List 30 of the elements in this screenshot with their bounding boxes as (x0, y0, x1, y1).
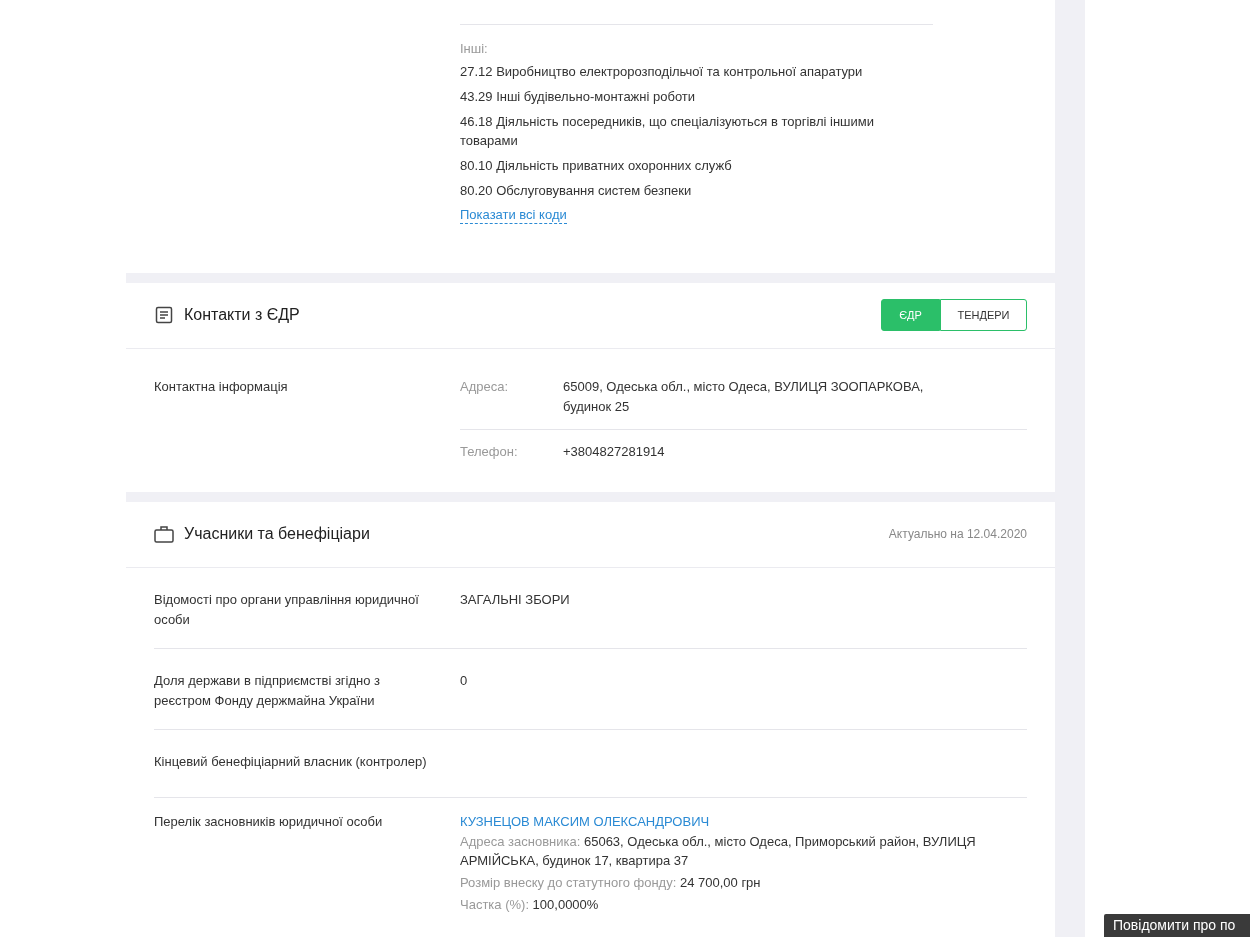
report-button[interactable]: Повідомити про по (1104, 914, 1250, 937)
briefcase-icon (154, 525, 174, 543)
field-label: Телефон: (460, 442, 519, 461)
row-value: ЗАГАЛЬНІ ЗБОРИ (460, 590, 570, 609)
row-label: Відомості про органи управління юридичної особи (154, 590, 420, 629)
row-value: 0 (460, 671, 468, 690)
update-date: Актуально на 12.04.2020 (888, 526, 1027, 543)
activity-code: 46.18 Діяльність посередників, що спеціалізуються в торгівлі іншими товарами (460, 113, 875, 150)
tab[interactable]: ЄДР (881, 299, 940, 331)
activity-code: 43.29 Інші будівельно-монтажні роботи (460, 88, 697, 106)
row-label: Контактна інформація (154, 377, 289, 396)
row-label: Перелік засновників юридичної особи (154, 812, 384, 831)
show-all-link[interactable]: Показати всі коди (460, 206, 567, 224)
group-label: Інші: (460, 40, 489, 58)
row-label: Кінцевий бенефіціарний власник (контролер) (154, 752, 428, 771)
field-value: +3804827281914 (563, 442, 666, 461)
activity-code: 80.20 Обслуговування систем безпеки (460, 182, 693, 200)
field-label: Адреса: (460, 377, 510, 396)
founder-link[interactable]: КУЗНЕЦОВ МАКСИМ ОЛЕКСАНДРОВИЧ (460, 811, 1000, 832)
row-label: Доля держави в підприємстві згідно з реєстром Фонду держмайна України (154, 671, 382, 710)
founder-detail: Частка (%): 100,0000% (460, 895, 600, 914)
field-value: 65009, Одеська обл., місто Одеса, ВУЛИЦЯ ЗООПАРКОВА, будинок 25 (563, 377, 925, 416)
founder-detail: Адреса засновника: 65063, Одеська обл., місто Одеса, Приморський район, ВУЛИЦЯ АРМІЙСЬКА, будинок 17, квартира 37 (460, 832, 977, 870)
tab[interactable]: ТЕНДЕРИ (940, 299, 1027, 331)
document-icon (154, 305, 174, 325)
section-title: Учасники та бенефіціари (184, 524, 370, 544)
founder-detail: Розмір внеску до статутного фонду: 24 700,00 грн (460, 873, 762, 892)
activity-code: 80.10 Діяльність приватних охоронних служб (460, 157, 733, 175)
section-title: Контакти з ЄДР (184, 305, 300, 325)
activity-code: 27.12 Виробництво електророзподільчої та контрольної апаратури (460, 63, 864, 81)
